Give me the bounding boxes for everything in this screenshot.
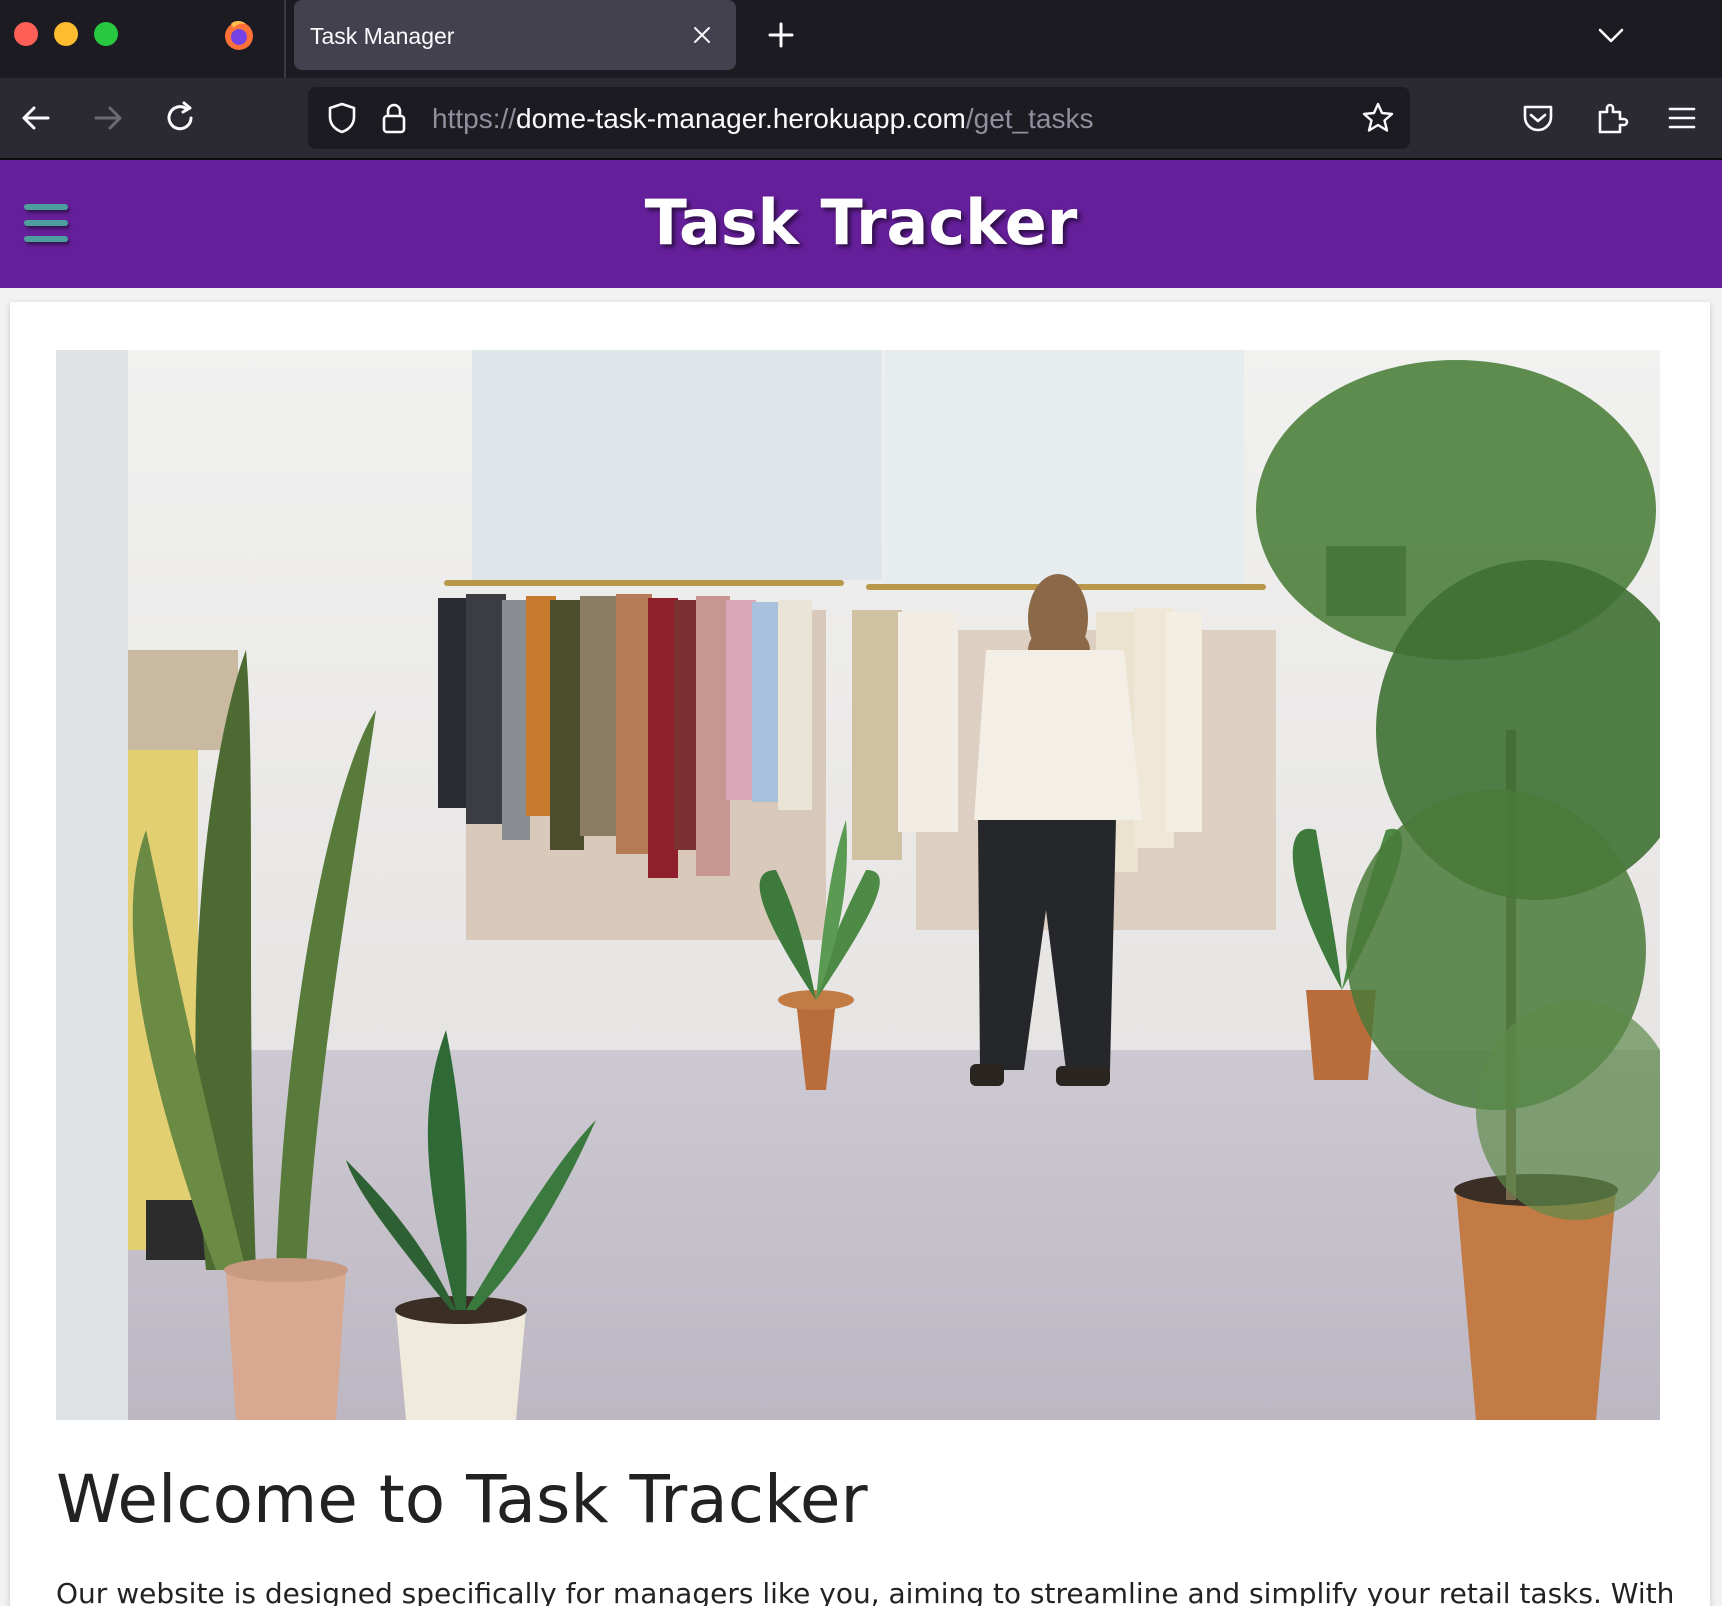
firefox-logo-icon <box>225 21 253 50</box>
tab-task-manager[interactable]: Task Manager <box>294 0 736 70</box>
chevron-down-icon[interactable] <box>1594 18 1628 52</box>
page-viewport: Task Tracker Welcome to Task Tracker Our… <box>0 160 1722 1606</box>
welcome-heading: Welcome to Task Tracker <box>56 1461 868 1538</box>
close-icon[interactable] <box>688 21 716 49</box>
clothing-rack-photo <box>56 350 1660 1420</box>
arrow-right-icon[interactable] <box>88 98 128 138</box>
site-header: Task Tracker <box>0 160 1722 288</box>
url-host: dome-task-manager.herokuapp.com <box>516 103 966 134</box>
tab-title: Task Manager <box>310 23 455 49</box>
lock-icon[interactable] <box>376 100 412 136</box>
browser-toolbar: https://dome-task-manager.herokuapp.com/… <box>0 78 1722 160</box>
reload-icon[interactable] <box>160 98 200 138</box>
window-minimize-button[interactable] <box>54 22 78 46</box>
star-icon[interactable] <box>1360 100 1396 136</box>
shield-icon[interactable] <box>324 100 360 136</box>
window-close-button[interactable] <box>14 22 38 46</box>
hamburger-menu-icon[interactable] <box>1662 98 1702 138</box>
window-zoom-button[interactable] <box>94 22 118 46</box>
url-path: /get_tasks <box>965 103 1094 134</box>
main-card: Welcome to Task Tracker Our website is d… <box>10 302 1710 1606</box>
url-scheme: https:// <box>432 103 517 134</box>
puzzle-icon[interactable] <box>1592 98 1632 138</box>
url-text[interactable]: https://dome-task-manager.herokuapp.com/… <box>432 103 1093 135</box>
pocket-icon[interactable] <box>1518 98 1558 138</box>
intro-paragraph: Our website is designed specifically for… <box>56 1577 1675 1606</box>
url-bar[interactable]: https://dome-task-manager.herokuapp.com/… <box>308 87 1410 149</box>
browser-tab-bar: Task Manager <box>0 0 1722 78</box>
arrow-left-icon[interactable] <box>16 98 56 138</box>
site-title: Task Tracker <box>644 186 1078 259</box>
plus-icon[interactable] <box>764 18 798 52</box>
tab-separator <box>284 0 286 78</box>
